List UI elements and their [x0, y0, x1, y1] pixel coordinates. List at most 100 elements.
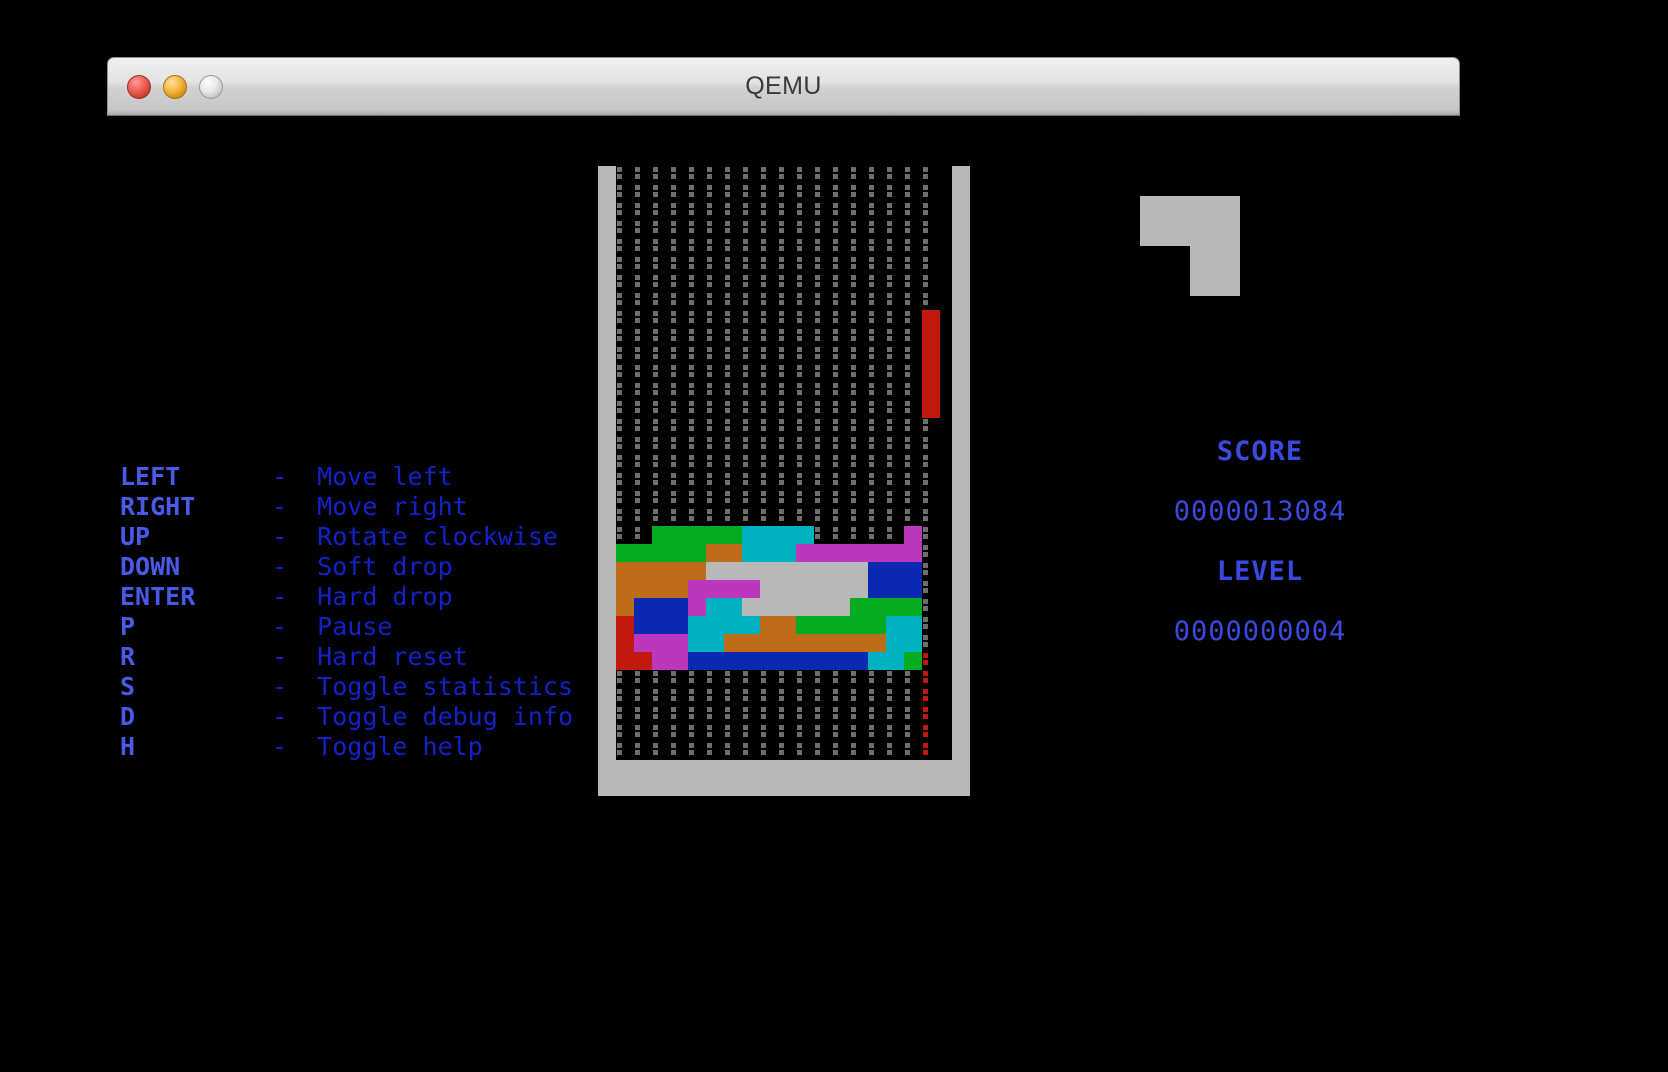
grid-dot	[670, 400, 688, 418]
grid-dot	[634, 508, 652, 526]
stack-block	[868, 562, 886, 580]
grid-dot	[886, 706, 904, 724]
grid-dot	[670, 724, 688, 742]
grid-dot	[652, 400, 670, 418]
grid-dot	[922, 472, 940, 490]
grid-dot	[670, 688, 688, 706]
stack-block	[904, 652, 922, 670]
grid-dot	[760, 742, 778, 760]
grid-dot	[850, 256, 868, 274]
stack-block	[778, 616, 796, 634]
grid-dot	[706, 346, 724, 364]
grid-dot	[868, 292, 886, 310]
grid-dot	[652, 382, 670, 400]
window-titlebar[interactable]: QEMU	[108, 58, 1459, 115]
grid-dot	[616, 256, 634, 274]
grid-dot	[868, 418, 886, 436]
stack-block	[778, 580, 796, 598]
grid-dot	[922, 238, 940, 256]
grid-dot	[868, 184, 886, 202]
grid-dot	[616, 472, 634, 490]
stack-block	[706, 544, 724, 562]
grid-dot	[760, 220, 778, 238]
grid-dot	[886, 310, 904, 328]
grid-dot	[886, 346, 904, 364]
grid-dot	[814, 382, 832, 400]
grid-dot	[850, 346, 868, 364]
grid-dot	[778, 292, 796, 310]
grid-dot	[868, 328, 886, 346]
grid-dot	[796, 328, 814, 346]
grid-dot	[868, 688, 886, 706]
grid-dot	[814, 328, 832, 346]
grid-dot	[922, 580, 940, 598]
grid-dot	[832, 256, 850, 274]
grid-dot	[634, 328, 652, 346]
stack-block	[616, 544, 634, 562]
grid-dot	[706, 202, 724, 220]
grid-dot	[634, 166, 652, 184]
stack-block	[796, 544, 814, 562]
grid-dot	[904, 256, 922, 274]
grid-dot	[832, 472, 850, 490]
grid-dot	[904, 382, 922, 400]
help-key: R	[120, 642, 136, 671]
grid-dot	[670, 364, 688, 382]
stack-block	[760, 616, 778, 634]
grid-dot	[850, 238, 868, 256]
grid-dot	[814, 472, 832, 490]
grid-dot	[616, 166, 634, 184]
ghost-marker	[922, 706, 940, 724]
stack-block	[706, 562, 724, 580]
stack-block	[814, 544, 832, 562]
grid-dot	[814, 436, 832, 454]
grid-dot	[832, 382, 850, 400]
grid-dot	[886, 166, 904, 184]
grid-dot	[832, 454, 850, 472]
stack-block	[778, 652, 796, 670]
stack-block	[688, 598, 706, 616]
grid-dot	[778, 436, 796, 454]
grid-dot	[904, 184, 922, 202]
grid-dot	[742, 310, 760, 328]
grid-dot	[832, 688, 850, 706]
grid-dot	[832, 184, 850, 202]
grid-dot	[742, 184, 760, 202]
grid-dot	[652, 436, 670, 454]
grid-dot	[886, 724, 904, 742]
grid-dot	[760, 490, 778, 508]
grid-dot	[868, 238, 886, 256]
grid-dot	[652, 454, 670, 472]
grid-dot	[706, 400, 724, 418]
stack-block	[778, 634, 796, 652]
grid-dot	[688, 472, 706, 490]
tetris-board-frame	[598, 166, 970, 796]
grid-dot	[742, 166, 760, 184]
stack-block	[904, 634, 922, 652]
stack-block	[688, 562, 706, 580]
grid-dot	[904, 454, 922, 472]
grid-dot	[904, 706, 922, 724]
grid-dot	[868, 256, 886, 274]
grid-dot	[724, 310, 742, 328]
stack-block	[904, 544, 922, 562]
help-key: P	[120, 612, 136, 641]
grid-dot	[922, 184, 940, 202]
grid-dot	[634, 202, 652, 220]
score-value: 0000013084	[1173, 496, 1347, 527]
tetris-playfield[interactable]	[616, 166, 952, 760]
grid-dot	[760, 184, 778, 202]
grid-dot	[742, 400, 760, 418]
grid-dot	[832, 274, 850, 292]
stack-block	[904, 580, 922, 598]
grid-dot	[850, 292, 868, 310]
grid-dot	[688, 184, 706, 202]
grid-dot	[724, 184, 742, 202]
grid-dot	[742, 490, 760, 508]
grid-dot	[688, 490, 706, 508]
grid-dot	[670, 184, 688, 202]
grid-dot	[850, 688, 868, 706]
grid-dot	[688, 256, 706, 274]
grid-dot	[634, 256, 652, 274]
grid-dot	[796, 670, 814, 688]
